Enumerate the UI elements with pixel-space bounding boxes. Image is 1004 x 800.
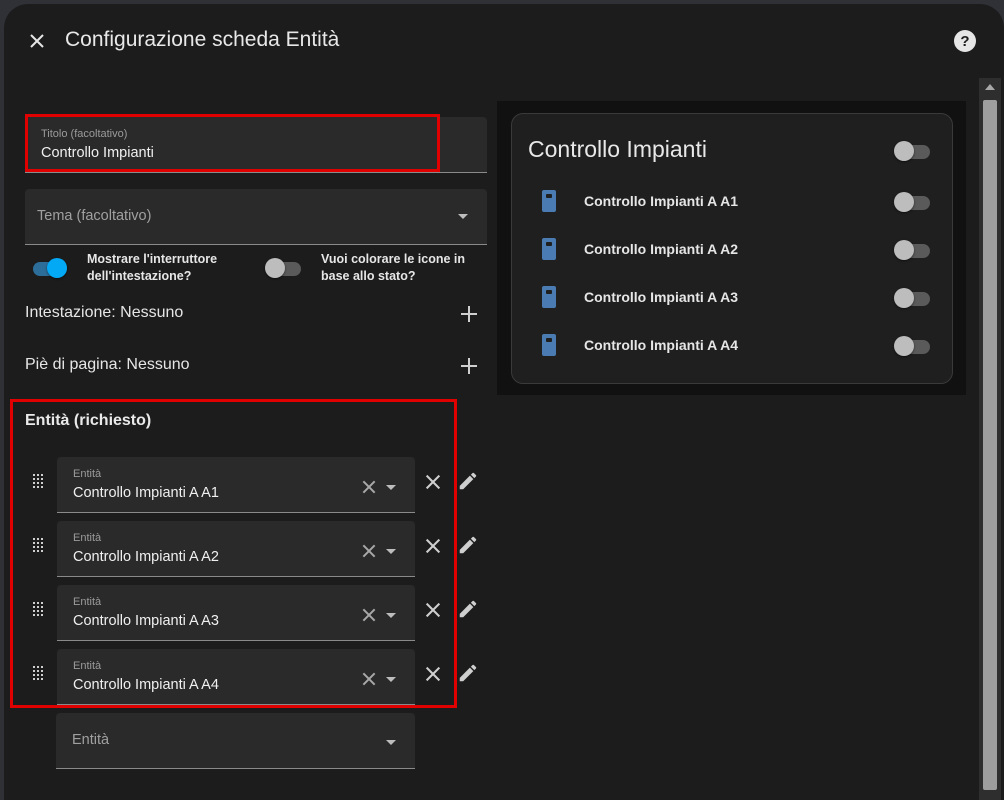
clear-icon[interactable]: [362, 672, 376, 686]
pencil-icon[interactable]: [457, 662, 479, 684]
scroll-thumb[interactable]: [983, 100, 997, 790]
footer-row: Piè di pagina: Nessuno: [25, 356, 477, 380]
remove-entity-icon[interactable]: [426, 667, 440, 681]
entity-picker-value: Controllo Impianti A A4: [73, 677, 219, 693]
state-color-toggle-label: Vuoi colorare le icone in base allo stat…: [321, 252, 466, 283]
chevron-down-icon[interactable]: [386, 549, 396, 554]
show-header-toggle-label: Mostrare l'interruttore dell'intestazion…: [87, 252, 218, 283]
close-icon: [30, 34, 44, 48]
switch-device-icon: [542, 286, 556, 308]
preview-entity-name: Controllo Impianti A A1: [584, 193, 738, 209]
preview-entity-row[interactable]: Controllo Impianti A A4: [512, 326, 952, 366]
clear-icon[interactable]: [362, 544, 376, 558]
entity-picker-value: Controllo Impianti A A3: [73, 613, 219, 629]
add-footer-button[interactable]: [461, 358, 477, 374]
remove-entity-icon[interactable]: [426, 603, 440, 617]
clear-icon[interactable]: [362, 608, 376, 622]
header-row-label: Intestazione: Nessuno: [25, 304, 184, 321]
switch-device-icon: [542, 334, 556, 356]
add-entity-placeholder: Entità: [72, 732, 110, 748]
preview-entity-toggle[interactable]: [894, 192, 930, 212]
preview-entity-row[interactable]: Controllo Impianti A A1: [512, 182, 952, 222]
dialog-title: Configurazione scheda Entità: [65, 28, 340, 51]
chevron-down-icon[interactable]: [386, 613, 396, 618]
entity-picker-label: Entità: [73, 660, 102, 672]
toggle-knob: [894, 192, 914, 212]
header-row: Intestazione: Nessuno: [25, 304, 477, 328]
preview-entity-toggle[interactable]: [894, 336, 930, 356]
preview-entity-toggle[interactable]: [894, 240, 930, 260]
remove-entity-icon[interactable]: [426, 539, 440, 553]
show-header-toggle[interactable]: [31, 258, 67, 278]
entity-picker-value: Controllo Impianti A A1: [73, 485, 219, 501]
entity-picker[interactable]: Entità Controllo Impianti A A4: [57, 649, 415, 705]
entity-picker-label: Entità: [73, 532, 102, 544]
preview-card-title: Controllo Impianti: [528, 136, 707, 162]
add-entity-select[interactable]: Entità: [56, 713, 415, 769]
chevron-down-icon[interactable]: [386, 677, 396, 682]
toggle-knob: [894, 288, 914, 308]
preview-entity-name: Controllo Impianti A A3: [584, 289, 738, 305]
drag-handle-icon[interactable]: [33, 538, 45, 554]
chevron-down-icon: [386, 740, 396, 745]
preview-card: Controllo Impianti Controllo Impianti A …: [511, 113, 953, 384]
preview-entity-toggle[interactable]: [894, 288, 930, 308]
theme-select-placeholder: Tema (facoltativo): [37, 208, 152, 224]
toggle-knob: [265, 258, 285, 278]
dialog-header: Configurazione scheda Entità ?: [4, 4, 1004, 76]
entity-picker-label: Entità: [73, 468, 102, 480]
entity-picker-value: Controllo Impianti A A2: [73, 549, 219, 565]
dialog-scrollbar[interactable]: [979, 78, 1001, 800]
preview-entity-name: Controllo Impianti A A4: [584, 337, 738, 353]
pencil-icon[interactable]: [457, 598, 479, 620]
drag-handle-icon[interactable]: [33, 666, 45, 682]
entity-picker[interactable]: Entità Controllo Impianti A A2: [57, 521, 415, 577]
highlight-title-field: [25, 114, 440, 172]
pencil-icon[interactable]: [457, 470, 479, 492]
entity-picker-label: Entità: [73, 596, 102, 608]
preview-header-toggle[interactable]: [894, 141, 930, 161]
toggle-knob: [894, 141, 914, 161]
chevron-down-icon[interactable]: [386, 485, 396, 490]
entity-picker[interactable]: Entità Controllo Impianti A A1: [57, 457, 415, 513]
preview-entity-row[interactable]: Controllo Impianti A A2: [512, 230, 952, 270]
toggle-knob: [894, 336, 914, 356]
theme-select[interactable]: Tema (facoltativo): [25, 189, 487, 245]
entities-heading: Entità (richiesto): [25, 412, 152, 429]
clear-icon[interactable]: [362, 480, 376, 494]
footer-row-label: Piè di pagina: Nessuno: [25, 356, 190, 373]
close-dialog-button[interactable]: [22, 26, 52, 56]
chevron-down-icon: [458, 214, 468, 219]
help-button[interactable]: ?: [954, 30, 976, 52]
help-circle-icon: ?: [960, 32, 970, 50]
switch-device-icon: [542, 190, 556, 212]
switch-device-icon: [542, 238, 556, 260]
entity-picker[interactable]: Entità Controllo Impianti A A3: [57, 585, 415, 641]
state-color-toggle[interactable]: [265, 258, 301, 278]
toggle-knob: [47, 258, 67, 278]
scroll-up-arrow-icon[interactable]: [985, 84, 995, 90]
card-config-dialog: Configurazione scheda Entità ? Titolo (f…: [4, 4, 1004, 800]
toggle-knob: [894, 240, 914, 260]
pencil-icon[interactable]: [457, 534, 479, 556]
preview-entity-name: Controllo Impianti A A2: [584, 241, 738, 257]
add-header-button[interactable]: [461, 306, 477, 322]
remove-entity-icon[interactable]: [426, 475, 440, 489]
drag-handle-icon[interactable]: [33, 474, 45, 490]
drag-handle-icon[interactable]: [33, 602, 45, 618]
preview-entity-row[interactable]: Controllo Impianti A A3: [512, 278, 952, 318]
